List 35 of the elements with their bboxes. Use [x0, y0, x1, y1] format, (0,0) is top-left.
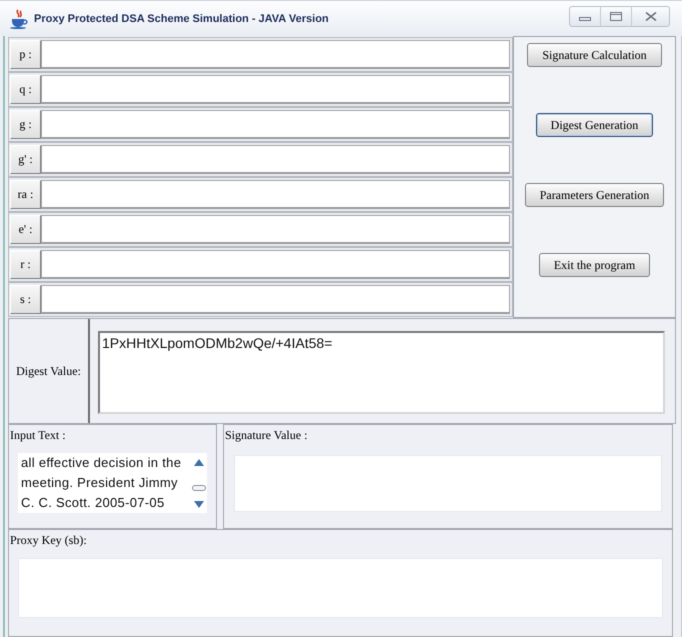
- signature-field[interactable]: [234, 455, 662, 512]
- proxy-key-field[interactable]: [18, 558, 663, 618]
- input-field[interactable]: [41, 180, 510, 209]
- input-field[interactable]: [41, 145, 510, 174]
- parameter-label: r :: [10, 250, 41, 279]
- panel-label: Signature Value :: [225, 428, 308, 443]
- input-field[interactable]: [41, 285, 510, 314]
- parameter-label: ra :: [10, 180, 41, 209]
- scrollbar-thumb[interactable]: [192, 485, 206, 491]
- input-field[interactable]: [41, 250, 510, 279]
- cup-icon: [9, 8, 29, 28]
- panel-label: Proxy Key (sb):: [10, 533, 87, 548]
- input-field[interactable]: [41, 215, 510, 244]
- panel-label: Input Text :: [10, 428, 66, 443]
- digest-field[interactable]: 1PxHHtXLpomODMb2wQe/+4IAt58=: [98, 331, 665, 414]
- action-button[interactable]: Digest Generation: [536, 113, 654, 137]
- digest-label: Digest Value:: [9, 319, 90, 423]
- parameter-label: p :: [10, 40, 41, 69]
- maximize-icon: [610, 12, 622, 21]
- text-area[interactable]: all effective decision in the meeting. President Jimmy C. C. Scott. 2005-07-05: [18, 453, 207, 513]
- close-icon: [644, 12, 656, 21]
- parameter-label: g :: [10, 110, 41, 139]
- parameter-label: e' :: [10, 215, 41, 244]
- scroll-up-icon[interactable]: [194, 459, 204, 466]
- input-field[interactable]: [41, 75, 510, 104]
- parameter-label: q :: [10, 75, 41, 104]
- action-button[interactable]: Parameters Generation: [524, 183, 664, 207]
- scroll-down-icon[interactable]: [194, 501, 204, 508]
- input-field[interactable]: [41, 110, 510, 139]
- parameter-label: s :: [10, 285, 41, 314]
- parameter-label: g' :: [10, 145, 41, 174]
- action-button[interactable]: Signature Calculation: [527, 43, 662, 67]
- input-field[interactable]: [41, 40, 510, 69]
- action-button[interactable]: Exit the program: [538, 253, 650, 277]
- window-title: Proxy Protected DSA Scheme Simulation - JAVA Version: [34, 12, 329, 24]
